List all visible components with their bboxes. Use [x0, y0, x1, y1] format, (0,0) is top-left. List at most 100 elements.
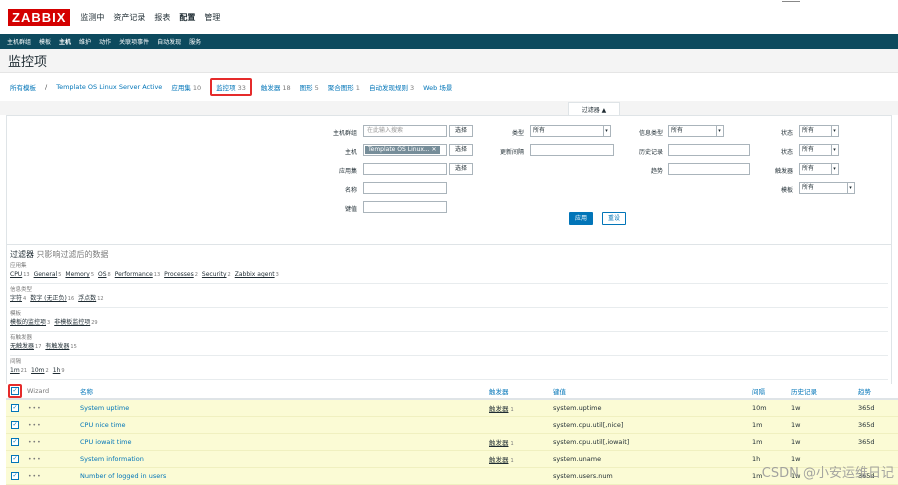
close-icon[interactable]: ✕: [432, 146, 437, 153]
more-icon[interactable]: •••: [28, 422, 42, 429]
subfilter-item-count: 17: [35, 344, 42, 350]
item-name-link[interactable]: Number of logged in users: [80, 472, 166, 480]
update-interval-input[interactable]: [530, 144, 614, 156]
item-triggers[interactable]: [489, 472, 491, 480]
host-multiselect[interactable]: Template OS Linux... ✕: [363, 144, 447, 156]
row-checkbox[interactable]: ✓: [11, 421, 19, 429]
item-triggers[interactable]: 触发器 1: [489, 403, 514, 413]
item-triggers[interactable]: 触发器 1: [489, 454, 514, 464]
tab-count: 3: [409, 84, 415, 92]
subfilter-item[interactable]: 浮点数12: [78, 294, 103, 304]
submenu-services[interactable]: 服务: [189, 37, 201, 46]
tab-graphs[interactable]: 图形 5: [300, 82, 319, 92]
item-triggers[interactable]: [489, 421, 491, 429]
subfilter-item[interactable]: 非模板监控项29: [54, 318, 97, 328]
submenu-hosts[interactable]: 主机: [59, 37, 71, 46]
col-name[interactable]: 名称: [80, 386, 93, 396]
col-trends[interactable]: 趋势: [858, 386, 871, 396]
col-interval[interactable]: 间隔: [752, 386, 765, 396]
submenu-discovery[interactable]: 自动发现: [157, 37, 181, 46]
more-icon[interactable]: •••: [28, 439, 42, 446]
tab-discovery-rules[interactable]: 自动发现规则 3: [369, 82, 414, 92]
subfilter-item[interactable]: 数字 (无正负)16: [30, 294, 74, 304]
template-filter-select[interactable]: 所有 ▾: [799, 182, 855, 194]
subfilter-item-count: 3: [275, 272, 279, 278]
menu-item-configuration[interactable]: 配置: [179, 12, 195, 23]
subfilter-item[interactable]: 1h9: [53, 366, 65, 376]
triggers-filter-select[interactable]: 所有 ▾: [799, 163, 839, 175]
tab-triggers[interactable]: 触发器 18: [261, 82, 291, 92]
row-checkbox[interactable]: ✓: [11, 455, 19, 463]
status-select[interactable]: 所有 ▾: [799, 144, 839, 156]
subfilter-group-label: 有触发器: [10, 335, 33, 341]
more-icon[interactable]: •••: [28, 473, 42, 480]
subfilter-item-name: 非模板监控项: [54, 319, 91, 326]
host-chip[interactable]: Template OS Linux... ✕: [365, 146, 440, 154]
subfilter-items: 模板的监控项3 非模板监控项29: [10, 318, 888, 328]
menu-item-inventory[interactable]: 资产记录: [113, 12, 145, 23]
info-type-select[interactable]: 所有 ▾: [668, 125, 724, 137]
application-select-button[interactable]: 选择: [449, 163, 474, 175]
reset-button[interactable]: 重设: [602, 212, 627, 225]
subfilter-item[interactable]: General5: [34, 270, 62, 280]
apply-button[interactable]: 应用: [569, 212, 594, 225]
item-name-link[interactable]: CPU iowait time: [80, 438, 131, 446]
select-all-checkbox[interactable]: ✓: [11, 387, 19, 395]
item-triggers[interactable]: 触发器 1: [489, 437, 514, 447]
submenu-templates[interactable]: 模板: [39, 37, 51, 46]
subfilter-item[interactable]: 10m2: [31, 366, 49, 376]
tab-web-scenarios[interactable]: Web 场景: [423, 82, 452, 92]
menu-item-monitoring[interactable]: 监测中: [80, 12, 104, 23]
row-checkbox[interactable]: ✓: [11, 438, 19, 446]
name-input[interactable]: [363, 182, 447, 194]
subfilter-item[interactable]: 有触发器15: [45, 342, 76, 352]
subfilter-item[interactable]: Processes2: [164, 270, 198, 280]
item-name-link[interactable]: CPU nice time: [80, 421, 126, 429]
item-interval: 1m: [752, 421, 763, 429]
row-checkbox[interactable]: ✓: [11, 404, 19, 412]
subfilter-item[interactable]: 字符4: [10, 294, 26, 304]
key-input[interactable]: [363, 201, 447, 213]
menu-item-administration[interactable]: 管理: [204, 12, 220, 23]
type-value: 所有: [533, 127, 546, 134]
breadcrumb-template[interactable]: Template OS Linux Server Active: [56, 83, 162, 91]
submenu-correlation[interactable]: 关联项事件: [119, 37, 149, 46]
subfilter-item[interactable]: 模板的监控项3: [10, 318, 50, 328]
submenu-maintenance[interactable]: 维护: [79, 37, 91, 46]
tab-applications[interactable]: 应用集 10: [171, 82, 201, 92]
breadcrumb-all-templates[interactable]: 所有模板: [10, 82, 36, 92]
subfilter-item[interactable]: Security2: [202, 270, 231, 280]
subfilter-item[interactable]: OS8: [98, 270, 111, 280]
row-checkbox[interactable]: ✓: [11, 472, 19, 480]
subfilter-item[interactable]: Performance13: [115, 270, 160, 280]
subfilter-item-count: 16: [67, 296, 75, 302]
subfilter-items: CPU13 General5 Memory5 OS8 Performance13 Proc…: [10, 270, 888, 280]
application-input[interactable]: [363, 163, 447, 175]
type-select[interactable]: 所有 ▾: [530, 125, 611, 137]
tab-items[interactable]: 监控项 33: [210, 78, 252, 96]
subfilter-groups: 应用集 CPU13 General5 Memory5 OS8 Performance13 P…: [10, 260, 888, 380]
zabbix-logo[interactable]: ZABBIX: [8, 8, 71, 26]
filter-toggle[interactable]: 过滤器 ▲: [568, 102, 620, 115]
subfilter-item[interactable]: CPU13: [10, 270, 30, 280]
submenu-actions[interactable]: 动作: [99, 37, 111, 46]
state-select[interactable]: 所有 ▾: [799, 125, 839, 137]
subfilter-item[interactable]: Memory5: [65, 270, 94, 280]
triggers-filter-label: 触发器: [774, 168, 793, 175]
submenu-host-groups[interactable]: 主机群组: [7, 37, 31, 46]
subfilter-item-name: 浮点数: [78, 295, 97, 302]
menu-item-reports[interactable]: 报表: [154, 12, 170, 23]
more-icon[interactable]: •••: [28, 405, 42, 412]
col-history[interactable]: 历史记录: [791, 386, 817, 396]
tab-screens[interactable]: 聚合图形 1: [328, 82, 360, 92]
state-value: 所有: [802, 127, 815, 134]
host-group-input[interactable]: 在此输入搜索: [363, 125, 447, 137]
subfilter-item[interactable]: Zabbix agent3: [235, 270, 279, 280]
col-key[interactable]: 键值: [553, 386, 566, 396]
table-row: ✓ ••• CPU iowait time 触发器 1 system.cpu.util[,…: [6, 434, 898, 451]
item-name-link[interactable]: System uptime: [80, 404, 129, 412]
item-name-link[interactable]: System information: [80, 455, 144, 463]
more-icon[interactable]: •••: [28, 456, 42, 463]
subfilter-item[interactable]: 无触发器17: [10, 342, 41, 352]
subfilter-item[interactable]: 1m21: [10, 366, 27, 376]
